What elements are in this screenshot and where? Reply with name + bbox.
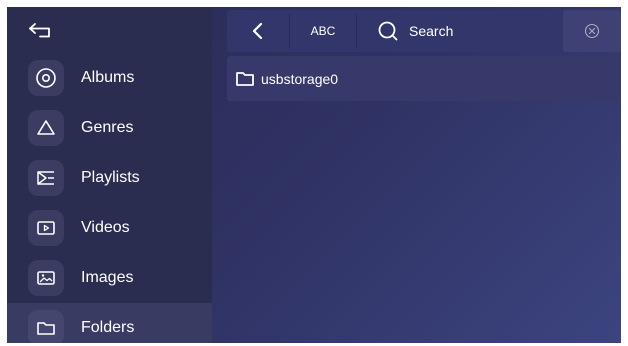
navigate-up-button[interactable] (227, 10, 289, 52)
back-arrow-icon (29, 23, 50, 38)
sidebar-item-videos[interactable]: Videos (7, 203, 212, 253)
close-circle-icon (584, 23, 600, 39)
abc-sort-button[interactable]: ABC (290, 10, 356, 52)
chevron-left-icon (252, 22, 263, 40)
image-icon (28, 260, 64, 296)
sidebar-item-label: Genres (81, 119, 134, 136)
folder-name: usbstorage0 (261, 70, 339, 87)
folder-icon (28, 310, 64, 343)
genres-icon (28, 110, 64, 146)
sidebar-item-label: Albums (81, 69, 135, 86)
search-label: Search (409, 23, 454, 39)
sidebar-item-label: Playlists (81, 169, 140, 186)
playlist-icon (28, 160, 64, 196)
search-icon (378, 21, 398, 41)
toolbar: ABC Search (227, 10, 621, 52)
album-icon (28, 60, 64, 96)
clear-search-button[interactable] (563, 10, 621, 52)
sidebar-item-folders[interactable]: Folders (7, 303, 212, 343)
sidebar-item-playlists[interactable]: Playlists (7, 153, 212, 203)
back-button[interactable] (25, 17, 57, 45)
video-icon (28, 210, 64, 246)
abc-label: ABC (310, 24, 336, 38)
sidebar-item-genres[interactable]: Genres (7, 103, 212, 153)
sidebar-item-label: Folders (81, 319, 135, 336)
sidebar-item-label: Images (81, 269, 134, 286)
media-browser-screen: Albums Genres Playlists Videos Images Fo… (7, 7, 621, 343)
search-button[interactable]: Search (357, 10, 563, 52)
folder-list-item[interactable]: usbstorage0 (227, 56, 621, 101)
folder-icon (236, 71, 254, 86)
sidebar-item-albums[interactable]: Albums (7, 53, 212, 103)
sidebar-item-images[interactable]: Images (7, 253, 212, 303)
sidebar: Albums Genres Playlists Videos Images Fo… (7, 7, 212, 343)
sidebar-item-label: Videos (81, 219, 130, 236)
